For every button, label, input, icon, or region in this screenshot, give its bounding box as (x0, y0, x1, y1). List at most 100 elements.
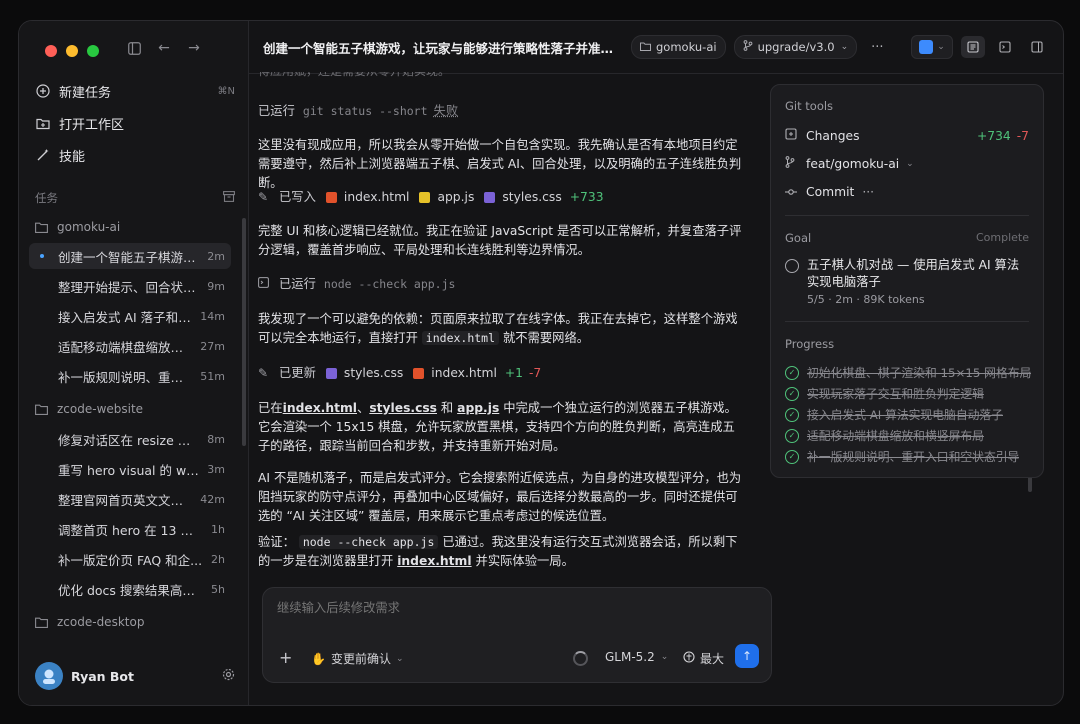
folder-icon (640, 41, 651, 54)
group-gomoku-ai[interactable]: gomoku-ai (35, 217, 235, 237)
task-item[interactable]: 整理开始提示、回合状态... 9m (29, 273, 231, 299)
send-button[interactable]: ↑ (735, 644, 759, 668)
avatar[interactable] (35, 662, 63, 690)
commit-icon (785, 185, 799, 199)
css-file-icon (484, 192, 496, 203)
sidebar-scrollbar[interactable] (242, 218, 246, 446)
task-item[interactable]: 补一版规则说明、重开... 51m (29, 363, 231, 389)
changes-row[interactable]: Changes +734 -7 (785, 128, 1029, 143)
task-item[interactable]: 适配移动端棋盘缩放和... 27m (29, 333, 231, 359)
commit-more-button[interactable]: ··· (862, 185, 874, 199)
back-arrow-icon[interactable]: ← (157, 40, 171, 56)
check-circle-icon: ✓ (785, 365, 799, 380)
progress-item: ✓ 接入启发式 AI 算法实现电脑自动落子 (785, 406, 1035, 423)
task-item[interactable]: 优化 docs 搜索结果高亮... 5h (29, 576, 231, 602)
approval-mode-dropdown[interactable]: ✋ 变更前确认 ⌄ (311, 650, 404, 667)
css-file-icon (325, 368, 337, 379)
task-title: 创建一个智能五子棋游戏，让玩家与能够进行策略性落子并准确判断... (263, 40, 623, 56)
file-link[interactable]: index.html (397, 554, 471, 568)
skills-label: 技能 (59, 149, 86, 165)
task-name: 整理官网首页英文文案... (58, 492, 195, 508)
close-window-button[interactable] (45, 45, 57, 57)
branch-name: feat/gomoku-ai (806, 156, 900, 171)
file-chip[interactable]: styles.css (484, 188, 562, 207)
skills-button[interactable]: 技能 (35, 143, 235, 167)
run-command-action[interactable]: 已运行 git status --short 失败 (258, 102, 742, 121)
ran-label: 已运行 (279, 277, 316, 291)
file-link[interactable]: app.js (457, 401, 499, 415)
task-item[interactable]: 修复对话区在 resize 时... 8m (29, 426, 231, 452)
file-link[interactable]: styles.css (369, 401, 437, 415)
task-item[interactable]: 创建一个智能五子棋游戏... 2m (29, 243, 231, 269)
top-right-toolbar: ⌄ (911, 35, 1049, 59)
new-task-button[interactable]: 新建任务 ⌘N (35, 79, 235, 103)
chevron-down-icon: ⌄ (906, 158, 914, 169)
file-chip[interactable]: styles.css (325, 364, 403, 383)
branch-chip[interactable]: upgrade/v3.0 ⌄ (733, 35, 858, 59)
split-panel-icon[interactable] (1025, 36, 1049, 58)
task-item[interactable]: 补一版定价页 FAQ 和企... 2h (29, 546, 231, 572)
changes-label: Changes (806, 128, 860, 143)
open-workspace-button[interactable]: 打开工作区 (35, 111, 235, 135)
effort-selector[interactable]: 最大 (683, 650, 724, 667)
task-item[interactable]: 重写 hero visual 的 work... 3m (29, 456, 231, 482)
plus-circle-icon (35, 83, 51, 99)
commit-button[interactable]: Commit (806, 185, 854, 199)
task-item[interactable]: 整理官网首页英文文案... 42m (29, 486, 231, 512)
write-files-action[interactable]: ✎ 已写入 index.html app.js styles.css +733 (258, 188, 742, 207)
task-name: 重写 hero visual 的 work... (58, 462, 201, 478)
task-time: 5h (211, 582, 225, 596)
file-chip[interactable]: index.html (413, 364, 497, 383)
sidebar-toggle-icon[interactable] (127, 41, 141, 55)
sidebar: ← → 新建任务 ⌘N 打开工作区 技能 任务 gomoku-ai 创建一个智能… (19, 21, 249, 705)
progress-text: 适配移动端棋盘缩放和横竖屏布局 (807, 429, 984, 443)
forward-arrow-icon[interactable]: → (187, 40, 201, 56)
html-file-icon (413, 368, 425, 379)
inline-code: index.html (421, 331, 500, 345)
check-circle-icon: ✓ (785, 449, 799, 464)
archive-icon[interactable] (223, 191, 235, 205)
task-name: 优化 docs 搜索结果高亮... (58, 582, 206, 598)
gear-icon[interactable] (222, 668, 235, 685)
branch-row[interactable]: feat/gomoku-ai ⌄ (785, 156, 1029, 171)
progress-item: ✓ 补一版规则说明、重开入口和空状态引导 (785, 448, 1035, 465)
task-time: 27m (200, 339, 225, 353)
document-panel-icon[interactable] (961, 36, 985, 58)
follow-up-input[interactable] (275, 596, 759, 636)
more-options-button[interactable]: ··· (871, 40, 883, 55)
model-selector[interactable]: GLM-5.2 ⌄ (605, 650, 668, 664)
attach-plus-button[interactable]: + (279, 648, 292, 667)
message-paragraph: 完整 UI 和核心逻辑已经就位。我正在验证 JavaScript 是否可以正常解… (258, 224, 742, 257)
open-in-app-button[interactable]: ⌄ (911, 35, 953, 59)
lines-removed: -7 (529, 366, 542, 380)
progress-item: ✓ 实现玩家落子交互和胜负判定逻辑 (785, 385, 1035, 402)
workspace-chip[interactable]: gomoku-ai (631, 35, 726, 59)
goal-meta: 5/5 · 2m · 89K tokens (807, 293, 925, 306)
text-span: 就不需要网络。 (502, 331, 590, 345)
update-files-action[interactable]: ✎ 已更新 styles.css index.html +1 -7 (258, 364, 742, 383)
file-link[interactable]: index.html (283, 401, 357, 415)
group-zcode-website[interactable]: zcode-website (35, 399, 235, 419)
task-name: 补一版规则说明、重开... (58, 369, 195, 385)
task-time: 42m (200, 492, 225, 506)
group-zcode-desktop[interactable]: zcode-desktop (35, 612, 235, 632)
sidebar-toolbar: ← → (127, 40, 201, 56)
task-item[interactable]: 调整首页 hero 在 13 寸和... 1h (29, 516, 231, 542)
chevron-down-icon: ⌄ (395, 653, 404, 664)
maximize-window-button[interactable] (87, 45, 99, 57)
file-chip[interactable]: app.js (419, 188, 474, 207)
task-time: 9m (207, 279, 225, 293)
minimize-window-button[interactable] (66, 45, 78, 57)
group-name: zcode-desktop (57, 615, 145, 629)
terminal-icon[interactable] (993, 36, 1017, 58)
run-command-action[interactable]: 已运行 node --check app.js (258, 275, 742, 294)
folder-icon (35, 402, 49, 416)
user-profile[interactable]: Ryan Bot (35, 661, 235, 691)
loading-spinner-icon (573, 651, 588, 666)
task-time: 2h (211, 552, 225, 566)
magic-wand-icon (35, 147, 51, 163)
task-item[interactable]: 接入启发式 AI 落子和玩... 14m (29, 303, 231, 329)
file-chip[interactable]: index.html (325, 188, 409, 207)
commit-row[interactable]: Commit ··· (785, 185, 1029, 199)
faded-previous-text: 得应用赋，还是需要从零开始实现。 (258, 72, 742, 82)
